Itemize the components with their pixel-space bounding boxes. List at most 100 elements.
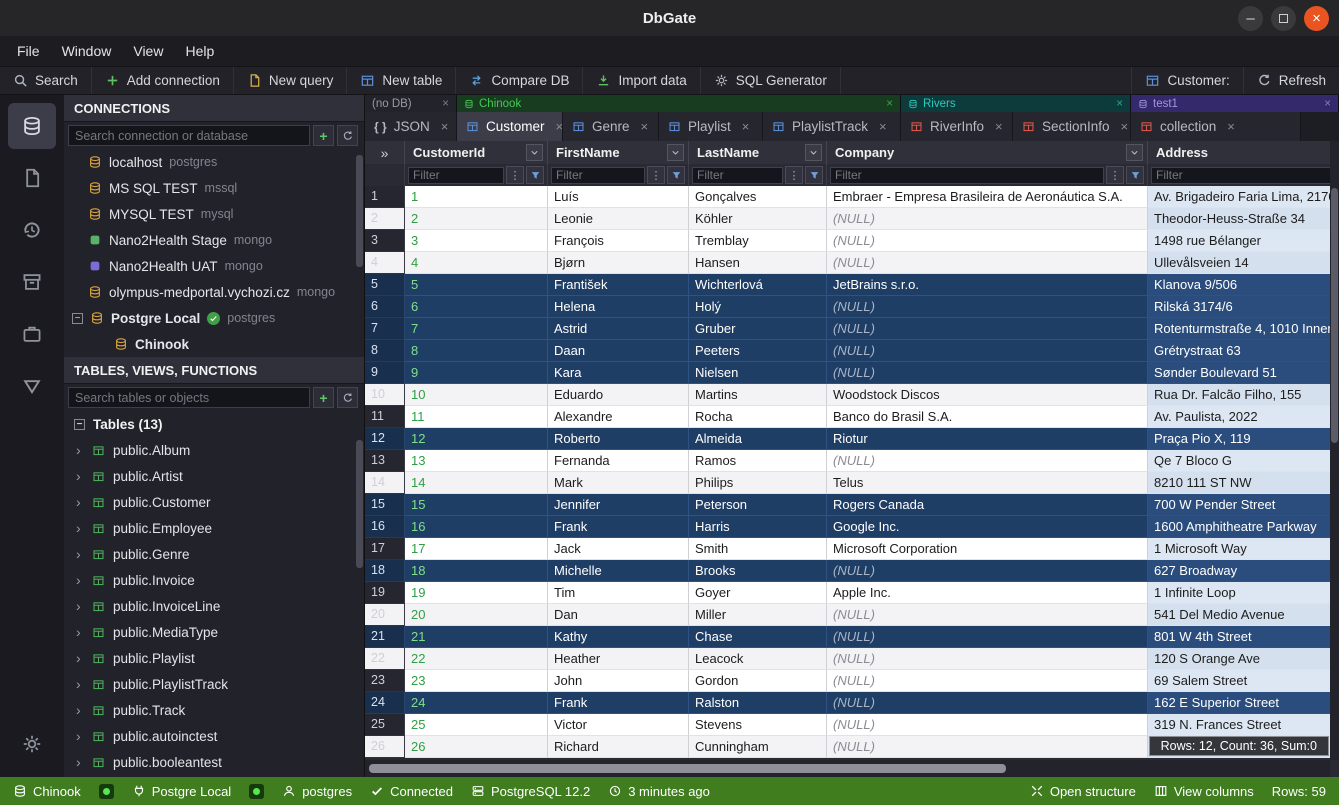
- cell-address[interactable]: Av. Brigadeiro Faria Lima, 2170: [1148, 186, 1339, 208]
- cell-first[interactable]: Frank: [548, 692, 689, 714]
- cell-last[interactable]: Brooks: [689, 560, 827, 582]
- cell-address[interactable]: Praça Pio X, 119: [1148, 428, 1339, 450]
- close-icon[interactable]: ×: [1324, 98, 1331, 110]
- cell-id[interactable]: 4: [405, 252, 548, 274]
- tab-genre[interactable]: Genre×: [563, 112, 659, 141]
- table-item-public-genre[interactable]: ›public.Genre: [64, 541, 364, 567]
- filter-funnel-icon[interactable]: [526, 166, 544, 184]
- status-postgresql-12-2[interactable]: PostgreSQL 12.2: [462, 784, 599, 799]
- close-icon[interactable]: ×: [441, 119, 449, 134]
- sidebar-scrollbar-thumb-2[interactable]: [356, 440, 363, 568]
- chevron-right-icon[interactable]: ›: [76, 650, 84, 666]
- chevron-right-icon[interactable]: ›: [76, 468, 84, 484]
- cell-company[interactable]: (NULL): [827, 252, 1148, 274]
- table-item-public-invoiceline[interactable]: ›public.InvoiceLine: [64, 593, 364, 619]
- cell-last[interactable]: Philips: [689, 472, 827, 494]
- refresh-connections-button[interactable]: [337, 125, 358, 146]
- cell-id[interactable]: 1: [405, 186, 548, 208]
- filter-menu-button[interactable]: ⋮: [506, 166, 524, 184]
- collapse-icon[interactable]: −: [72, 313, 83, 324]
- tab-sectioninfo[interactable]: SectionInfo×: [1013, 112, 1131, 141]
- column-header-lastname[interactable]: LastName: [689, 141, 827, 164]
- cell-last[interactable]: Almeida: [689, 428, 827, 450]
- cell-company[interactable]: Embraer - Empresa Brasileira de Aeronáut…: [827, 186, 1148, 208]
- row-number-cell[interactable]: 18: [365, 560, 405, 582]
- connection-search-input[interactable]: [68, 125, 310, 146]
- row-number-cell[interactable]: 17: [365, 538, 405, 560]
- row-number-cell[interactable]: 7: [365, 318, 405, 340]
- filter-funnel-icon[interactable]: [1126, 166, 1144, 184]
- cell-id[interactable]: 5: [405, 274, 548, 296]
- close-icon[interactable]: ×: [879, 119, 887, 134]
- cell-id[interactable]: 8: [405, 340, 548, 362]
- cell-company[interactable]: JetBrains s.r.o.: [827, 274, 1148, 296]
- cell-company[interactable]: Riotur: [827, 428, 1148, 450]
- row-number-cell[interactable]: 13: [365, 450, 405, 472]
- activity-briefcase[interactable]: [8, 311, 56, 357]
- filter-menu-button[interactable]: ⋮: [785, 166, 803, 184]
- refresh-tables-button[interactable]: [337, 387, 358, 408]
- cell-first[interactable]: Leonie: [548, 208, 689, 230]
- cell-last[interactable]: Rocha: [689, 406, 827, 428]
- filter-menu-button[interactable]: ⋮: [1106, 166, 1124, 184]
- cell-address[interactable]: Qe 7 Bloco G: [1148, 450, 1339, 472]
- cell-id[interactable]: 22: [405, 648, 548, 670]
- cell-id[interactable]: 23: [405, 670, 548, 692]
- cell-company[interactable]: Microsoft Corporation: [827, 538, 1148, 560]
- cell-company[interactable]: (NULL): [827, 692, 1148, 714]
- cell-last[interactable]: Wichterlová: [689, 274, 827, 296]
- cell-first[interactable]: Eduardo: [548, 384, 689, 406]
- tab-group-rivers[interactable]: Rivers×: [901, 95, 1131, 112]
- cell-last[interactable]: Gruber: [689, 318, 827, 340]
- status-indicator[interactable]: [90, 784, 123, 799]
- cell-first[interactable]: Bjørn: [548, 252, 689, 274]
- cell-address[interactable]: 1 Infinite Loop: [1148, 582, 1339, 604]
- cell-first[interactable]: Kathy: [548, 626, 689, 648]
- row-number-cell[interactable]: 4: [365, 252, 405, 274]
- connection-item-nano2health-uat[interactable]: Nano2Health UATmongo: [64, 253, 364, 279]
- cell-first[interactable]: Victor: [548, 714, 689, 736]
- row-number-cell[interactable]: 25: [365, 714, 405, 736]
- cell-first[interactable]: Frank: [548, 516, 689, 538]
- tab-playlist[interactable]: Playlist×: [659, 112, 763, 141]
- cell-company[interactable]: (NULL): [827, 714, 1148, 736]
- row-number-cell[interactable]: 11: [365, 406, 405, 428]
- chevron-right-icon[interactable]: ›: [76, 728, 84, 744]
- cell-last[interactable]: Stevens: [689, 714, 827, 736]
- cell-last[interactable]: Köhler: [689, 208, 827, 230]
- cell-id[interactable]: 3: [405, 230, 548, 252]
- cell-company[interactable]: (NULL): [827, 450, 1148, 472]
- grid-horizontal-scrollbar[interactable]: [365, 760, 1330, 777]
- column-dropdown-button[interactable]: [667, 144, 684, 161]
- menu-help[interactable]: Help: [174, 36, 225, 66]
- cell-address[interactable]: 1498 rue Bélanger: [1148, 230, 1339, 252]
- cell-first[interactable]: Helena: [548, 296, 689, 318]
- connection-item-ms-sql-test[interactable]: MS SQL TESTmssql: [64, 175, 364, 201]
- chevron-right-icon[interactable]: ›: [76, 754, 84, 770]
- cell-id[interactable]: 18: [405, 560, 548, 582]
- cell-company[interactable]: (NULL): [827, 318, 1148, 340]
- cell-company[interactable]: Apple Inc.: [827, 582, 1148, 604]
- column-dropdown-button[interactable]: [805, 144, 822, 161]
- minimize-button[interactable]: –: [1238, 6, 1263, 31]
- cell-last[interactable]: Peterson: [689, 494, 827, 516]
- toolbar-sql-generator-button[interactable]: SQL Generator: [701, 67, 841, 94]
- cell-address[interactable]: 319 N. Frances Street: [1148, 714, 1339, 736]
- cell-address[interactable]: 8210 111 ST NW: [1148, 472, 1339, 494]
- activity-archive[interactable]: [8, 259, 56, 305]
- row-number-cell[interactable]: 6: [365, 296, 405, 318]
- cell-address[interactable]: Rilská 3174/6: [1148, 296, 1339, 318]
- cell-first[interactable]: Luís: [548, 186, 689, 208]
- cell-company[interactable]: (NULL): [827, 362, 1148, 384]
- filter-input-customerid[interactable]: [408, 167, 504, 184]
- cell-first[interactable]: Astrid: [548, 318, 689, 340]
- row-number-cell[interactable]: 8: [365, 340, 405, 362]
- close-icon[interactable]: ×: [742, 119, 750, 134]
- cell-last[interactable]: Hansen: [689, 252, 827, 274]
- close-icon[interactable]: ×: [995, 119, 1003, 134]
- close-icon[interactable]: ×: [1121, 119, 1129, 134]
- cell-company[interactable]: (NULL): [827, 230, 1148, 252]
- toolbar-new-query-button[interactable]: New query: [234, 67, 348, 94]
- cell-address[interactable]: Ullevålsveien 14: [1148, 252, 1339, 274]
- row-number-cell[interactable]: 2: [365, 208, 405, 230]
